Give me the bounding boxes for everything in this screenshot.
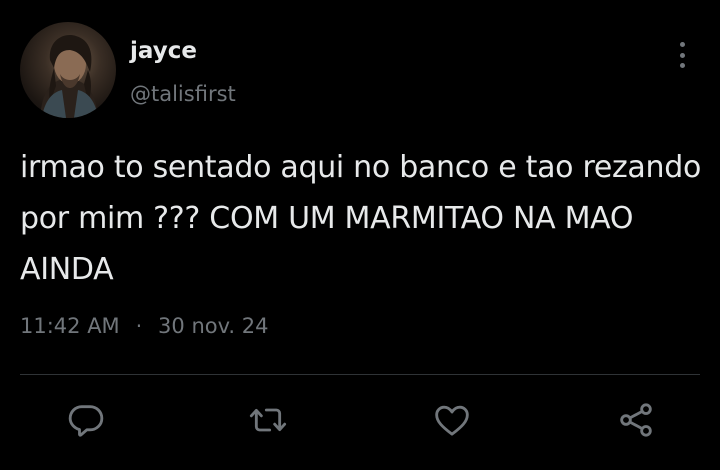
reply-icon — [68, 405, 104, 437]
profile-avatar-image — [40, 35, 98, 118]
tweet-text: irmao to sentado aqui no banco e tao rez… — [20, 142, 710, 295]
tweet-text-line: por mim ??? COM UM MARMITAO NA MAO — [20, 201, 634, 236]
share-button[interactable] — [614, 398, 658, 442]
divider — [20, 374, 700, 375]
user-handle[interactable]: @talisfirst — [130, 82, 236, 106]
tweet-text-line: irmao to sentado aqui no banco e tao rez… — [20, 150, 702, 185]
action-bar — [0, 398, 720, 446]
tweet-date[interactable]: 30 nov. 24 — [158, 314, 268, 338]
retweet-icon — [249, 408, 287, 432]
display-name[interactable]: jayce — [130, 38, 197, 64]
tweet-text-line: AINDA — [20, 252, 114, 287]
reply-button[interactable] — [64, 398, 108, 442]
tweet-meta: 11:42 AM · 30 nov. 24 — [20, 314, 268, 338]
meta-separator: · — [135, 314, 143, 338]
heart-icon — [435, 405, 469, 436]
share-icon — [620, 403, 652, 437]
avatar[interactable] — [20, 22, 116, 118]
more-options-icon[interactable] — [670, 40, 694, 70]
like-button[interactable] — [430, 398, 474, 442]
retweet-button[interactable] — [246, 398, 290, 442]
tweet-time[interactable]: 11:42 AM — [20, 314, 120, 338]
